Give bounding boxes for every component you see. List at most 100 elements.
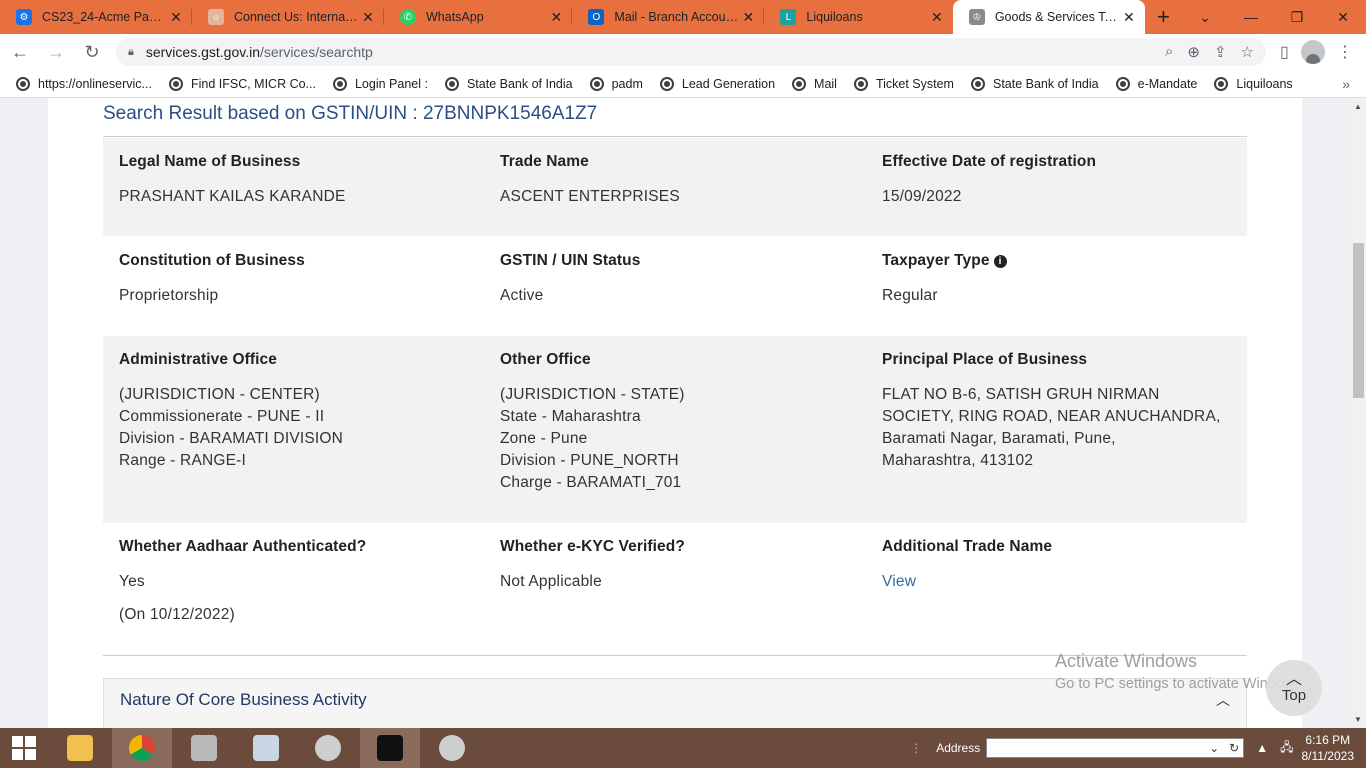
close-icon[interactable]: ✕ xyxy=(929,9,945,26)
bookmark-item[interactable]: Find IFSC, MICR Co... xyxy=(168,76,316,91)
whatsapp-icon: ✆ xyxy=(400,9,416,25)
side-panel-icon[interactable]: ▯ xyxy=(1280,42,1289,62)
browser-tab-5[interactable]: L Liquiloans ✕ xyxy=(764,0,952,34)
clock[interactable]: 6:16 PM 8/11/2023 xyxy=(1302,732,1355,764)
field-label: Constitution of Business xyxy=(119,252,305,269)
bookmark-label: Liquiloans xyxy=(1236,76,1293,91)
printer-app[interactable] xyxy=(174,728,234,768)
field-label: Additional Trade Name xyxy=(882,538,1053,555)
bookmark-item[interactable]: e-Mandate xyxy=(1115,76,1197,91)
show-hidden-icons[interactable]: ▲ xyxy=(1256,741,1268,755)
share-icon[interactable]: ⇪ xyxy=(1214,43,1227,61)
value-line: SOCIETY, RING ROAD, NEAR ANUCHANDRA, xyxy=(882,408,1221,425)
field-value: Active xyxy=(500,287,544,304)
tab-title: Mail - Branch Account - xyxy=(614,10,741,24)
dropdown-icon[interactable]: ⌄ xyxy=(1209,741,1219,755)
field-label: GSTIN / UIN Status xyxy=(500,252,641,269)
field-label: Administrative Office xyxy=(119,351,278,368)
tab-title: WhatsApp xyxy=(426,10,484,24)
browser-tab-6-active[interactable]: ♔ Goods & Services Tax (G ✕ xyxy=(952,0,1145,34)
address-toolbar-input[interactable]: ⌄ ↻ xyxy=(986,738,1245,758)
bookmark-item[interactable]: State Bank of India xyxy=(970,76,1099,91)
emblem-icon: ♔ xyxy=(968,9,985,25)
scrollbar-thumb[interactable] xyxy=(1353,243,1364,398)
chevron-up-icon[interactable]: ︿ xyxy=(1216,690,1230,710)
back-button[interactable]: ← xyxy=(4,36,36,68)
value-line: Maharashtra, 413102 xyxy=(882,452,1034,469)
forward-button[interactable]: → xyxy=(40,36,72,68)
bookmark-star-icon[interactable]: ☆ xyxy=(1241,43,1254,61)
page-icon: ☼ xyxy=(208,9,224,25)
chrome-app[interactable] xyxy=(112,728,172,768)
bookmark-item[interactable]: Liquiloans xyxy=(1214,76,1293,91)
details-row-1: Legal Name of Business PRASHANT KAILAS K… xyxy=(103,138,1247,236)
close-icon[interactable]: ✕ xyxy=(1121,9,1137,26)
restore-button[interactable]: ❐ xyxy=(1274,9,1320,26)
close-icon[interactable]: ✕ xyxy=(740,9,756,26)
field-value: (JURISDICTION - CENTER) Commissionerate … xyxy=(119,384,343,472)
more-bookmarks-icon[interactable]: » xyxy=(1342,76,1350,92)
bookmark-item[interactable]: Lead Generation xyxy=(659,76,775,91)
bookmark-item[interactable]: Login Panel : xyxy=(332,76,428,91)
browser-tab-3[interactable]: ✆ WhatsApp ✕ xyxy=(384,0,573,34)
bookmark-label: padm xyxy=(611,76,643,91)
bookmark-item[interactable]: https://onlineservic... xyxy=(16,76,152,91)
network-icon[interactable]: 🖧 xyxy=(1280,738,1293,759)
minimize-button[interactable]: — xyxy=(1228,9,1274,25)
windows-logo-icon xyxy=(12,736,36,760)
field-value: Proprietorship xyxy=(119,287,219,304)
outlook-icon: O xyxy=(588,9,605,25)
scroll-down-arrow-icon[interactable]: ▼ xyxy=(1354,715,1362,724)
value-line: (JURISDICTION - STATE) xyxy=(500,386,685,403)
scroll-up-arrow-icon[interactable]: ▲ xyxy=(1354,102,1362,111)
info-icon[interactable]: i xyxy=(993,255,1007,268)
details-row-2: Constitution of Business Proprietorship … xyxy=(103,237,1247,335)
toolbar-grip-icon: ⋮ xyxy=(910,741,923,755)
bookmark-item[interactable]: Mail xyxy=(792,76,837,91)
browser-tab-2[interactable]: ☼ Connect Us: Internal Co ✕ xyxy=(192,0,384,34)
address-bar[interactable]: 🔒︎ services.gst.gov.in/services/searchtp… xyxy=(116,38,1266,66)
bookmark-label: Login Panel : xyxy=(354,76,428,91)
close-icon[interactable]: ✕ xyxy=(168,9,184,26)
field-value: PRASHANT KAILAS KARANDE xyxy=(119,188,346,205)
globe-icon xyxy=(970,76,985,91)
refresh-icon[interactable]: ↻ xyxy=(1229,741,1239,755)
start-button[interactable] xyxy=(0,728,48,768)
bookmark-item[interactable]: State Bank of India xyxy=(444,76,573,91)
lock-icon[interactable]: 🔒︎ xyxy=(128,46,134,59)
bookmark-label: Mail xyxy=(814,76,837,91)
globe-icon xyxy=(1115,76,1130,91)
page-scrollbar[interactable]: ▲ ▼ xyxy=(1351,98,1366,728)
bookmark-item[interactable]: Ticket System xyxy=(853,76,954,91)
back-to-top-button[interactable]: ︿ Top xyxy=(1266,660,1322,716)
search-icon[interactable]: ⌕ xyxy=(1165,43,1173,61)
close-icon[interactable]: ✕ xyxy=(548,9,564,26)
globe-icon xyxy=(1214,76,1229,91)
reload-button[interactable]: ↻ xyxy=(76,36,108,68)
browser-tab-1[interactable]: ⚙ CS23_24-Acme Padm Ef ✕ xyxy=(0,0,192,34)
tab-search-icon[interactable]: ⌄ xyxy=(1182,9,1228,26)
file-explorer-app[interactable] xyxy=(50,728,110,768)
close-icon[interactable]: ✕ xyxy=(360,9,376,26)
page-viewport: Search Result based on GSTIN/UIN : 27BNN… xyxy=(0,98,1366,728)
profile-avatar[interactable] xyxy=(1300,40,1325,64)
value-line: Division - PUNE_NORTH xyxy=(500,452,679,469)
webcam-app[interactable] xyxy=(298,728,358,768)
terminal-icon xyxy=(377,735,403,761)
view-link[interactable]: View xyxy=(882,571,916,593)
webcam-app-2[interactable] xyxy=(422,728,482,768)
field-subvalue: (On 10/12/2022) xyxy=(119,606,235,623)
new-tab-button[interactable]: + xyxy=(1145,0,1182,34)
close-window-button[interactable]: ✕ xyxy=(1320,9,1366,26)
field-value: ASCENT ENTERPRISES xyxy=(500,188,680,205)
field-label: Whether e-KYC Verified? xyxy=(500,538,685,555)
zoom-icon[interactable]: ⊕ xyxy=(1187,43,1200,61)
command-prompt-app[interactable] xyxy=(360,728,420,768)
calculator-app[interactable] xyxy=(236,728,296,768)
divider xyxy=(103,136,1247,137)
bookmark-item[interactable]: padm xyxy=(589,76,643,91)
menu-icon[interactable]: ⋮ xyxy=(1337,42,1353,62)
browser-tab-4[interactable]: O Mail - Branch Account - ✕ xyxy=(572,0,765,34)
clock-date: 8/11/2023 xyxy=(1301,749,1355,763)
globe-icon xyxy=(168,76,183,91)
